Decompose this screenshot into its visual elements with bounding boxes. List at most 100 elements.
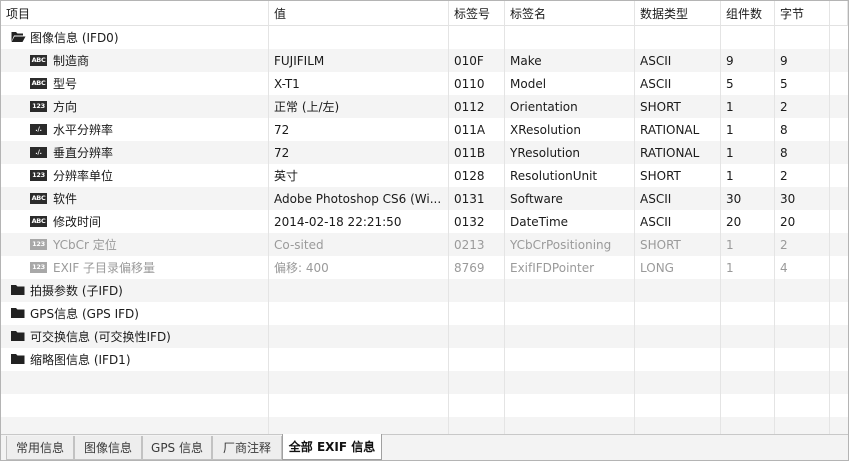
column-header-count[interactable]: 组件数 xyxy=(721,1,775,25)
tag-number-cell: 0112 xyxy=(449,95,505,118)
exif-field-row[interactable]: ABC 软件 Adobe Photoshop CS6 (Wi... 0131 Softw… xyxy=(1,187,848,210)
group-row[interactable]: 可交换信息 (可交换性IFD) xyxy=(1,325,848,348)
exif-table: 项目 值 标签号 标签名 数据类型 组件数 字节 图像信息 (IFD0) ABC 制… xyxy=(1,1,848,434)
tag-number-cell: 0131 xyxy=(449,187,505,210)
byte-count-cell: 30 xyxy=(775,187,830,210)
exif-viewer-window: 项目 值 标签号 标签名 数据类型 组件数 字节 图像信息 (IFD0) ABC 制… xyxy=(0,0,849,461)
group-label-cell: 可交换信息 (可交换性IFD) xyxy=(1,325,269,348)
data-type-cell: ASCII xyxy=(635,210,721,233)
byte-count-cell: 9 xyxy=(775,49,830,72)
exif-field-row[interactable]: ABC 型号 X-T1 0110 Model ASCII 5 5 xyxy=(1,72,848,95)
group-row-image-ifd0[interactable]: 图像信息 (IFD0) xyxy=(1,26,848,49)
exif-field-row[interactable]: ABC 制造商 FUJIFILM 010F Make ASCII 9 9 xyxy=(1,49,848,72)
folder-icon[interactable] xyxy=(10,352,26,368)
group-label: 拍摄参数 (子IFD) xyxy=(30,284,123,298)
field-name-cell: 123 分辨率单位 xyxy=(1,164,269,187)
empty-row xyxy=(1,394,848,417)
column-header-type[interactable]: 数据类型 xyxy=(635,1,721,25)
tag-number-cell: 010F xyxy=(449,49,505,72)
column-header-tag[interactable]: 标签号 xyxy=(449,1,505,25)
column-header-item[interactable]: 项目 xyxy=(1,1,269,25)
empty-cell xyxy=(775,302,830,325)
tag-number-cell: 8769 xyxy=(449,256,505,279)
tag-number-cell: 0110 xyxy=(449,72,505,95)
empty-cell xyxy=(721,348,775,371)
folder-icon[interactable] xyxy=(10,283,26,299)
empty-cell xyxy=(721,371,775,394)
tab-image-info[interactable]: 图像信息 xyxy=(74,436,142,460)
byte-count-cell: 20 xyxy=(775,210,830,233)
tag-name-cell: DateTime xyxy=(505,210,635,233)
empty-cell xyxy=(830,164,848,187)
folder-icon[interactable] xyxy=(10,306,26,322)
data-type-cell: SHORT xyxy=(635,233,721,256)
tag-name-cell: XResolution xyxy=(505,118,635,141)
group-label-cell: 拍摄参数 (子IFD) xyxy=(1,279,269,302)
data-type-cell: RATIONAL xyxy=(635,141,721,164)
group-label-cell: GPS信息 (GPS IFD) xyxy=(1,302,269,325)
data-type-cell: RATIONAL xyxy=(635,118,721,141)
empty-cell xyxy=(269,26,449,49)
tag-name-cell: ExifIFDPointer xyxy=(505,256,635,279)
component-count-cell: 1 xyxy=(721,118,775,141)
exif-field-row[interactable]: 123 YCbCr 定位 Co-sited 0213 YCbCrPositioning S… xyxy=(1,233,848,256)
empty-cell xyxy=(449,417,505,434)
column-header-bytes[interactable]: 字节 xyxy=(775,1,830,25)
byte-count-cell: 8 xyxy=(775,141,830,164)
exif-field-row[interactable]: 123 方向 正常 (上/左) 0112 Orientation SHORT 1 2 xyxy=(1,95,848,118)
tab-maker-notes[interactable]: 厂商注释 xyxy=(212,436,282,460)
column-header-value[interactable]: 值 xyxy=(269,1,449,25)
exif-field-row[interactable]: ./. 水平分辨率 72 011A XResolution RATIONAL 1 8 xyxy=(1,118,848,141)
empty-cell xyxy=(775,26,830,49)
field-name-cell: 123 YCbCr 定位 xyxy=(1,233,269,256)
folder-icon[interactable] xyxy=(10,329,26,345)
empty-cell xyxy=(775,325,830,348)
field-name-cell: ABC 型号 xyxy=(1,72,269,95)
exif-field-row[interactable]: ./. 垂直分辨率 72 011B YResolution RATIONAL 1 8 xyxy=(1,141,848,164)
empty-cell xyxy=(830,233,848,256)
empty-cell xyxy=(721,417,775,434)
group-label-cell: 图像信息 (IFD0) xyxy=(1,26,269,49)
group-row[interactable]: 缩略图信息 (IFD1) xyxy=(1,348,848,371)
empty-cell xyxy=(830,210,848,233)
empty-cell xyxy=(721,394,775,417)
exif-field-row[interactable]: ABC 修改时间 2014-02-18 22:21:50 0132 DateTime AS… xyxy=(1,210,848,233)
tag-number-cell: 0128 xyxy=(449,164,505,187)
tab-gps-info[interactable]: GPS 信息 xyxy=(142,436,212,460)
field-name-cell: ABC 制造商 xyxy=(1,49,269,72)
group-label: 可交换信息 (可交换性IFD) xyxy=(30,330,171,344)
group-label-cell: 缩略图信息 (IFD1) xyxy=(1,348,269,371)
group-row[interactable]: 拍摄参数 (子IFD) xyxy=(1,279,848,302)
empty-cell xyxy=(269,302,449,325)
empty-cell xyxy=(775,279,830,302)
tab-common-info[interactable]: 常用信息 xyxy=(6,436,74,460)
value-cell: Co-sited xyxy=(269,233,449,256)
tab-all-exif-info[interactable]: 全部 EXIF 信息 xyxy=(282,434,382,460)
empty-cell xyxy=(1,371,269,394)
component-count-cell: 30 xyxy=(721,187,775,210)
empty-row xyxy=(1,371,848,394)
column-header-tagname[interactable]: 标签名 xyxy=(505,1,635,25)
empty-cell xyxy=(635,26,721,49)
group-row[interactable]: GPS信息 (GPS IFD) xyxy=(1,302,848,325)
exif-field-row[interactable]: 123 EXIF 子目录偏移量 偏移: 400 8769 ExifIFDPointer L… xyxy=(1,256,848,279)
empty-cell xyxy=(1,394,269,417)
empty-cell xyxy=(830,95,848,118)
folder-open-icon[interactable] xyxy=(10,30,26,46)
empty-cell xyxy=(830,394,848,417)
empty-cell xyxy=(269,348,449,371)
empty-cell xyxy=(505,394,635,417)
exif-field-row[interactable]: 123 分辨率单位 英寸 0128 ResolutionUnit SHORT 1 2 xyxy=(1,164,848,187)
tab-bar: 常用信息 图像信息 GPS 信息 厂商注释 全部 EXIF 信息 xyxy=(1,434,848,460)
byte-count-cell: 4 xyxy=(775,256,830,279)
empty-cell xyxy=(635,348,721,371)
empty-cell xyxy=(830,256,848,279)
data-type-cell: ASCII xyxy=(635,72,721,95)
byte-count-cell: 2 xyxy=(775,164,830,187)
data-type-badge-icon: ./. xyxy=(30,147,47,158)
empty-cell xyxy=(775,417,830,434)
byte-count-cell: 2 xyxy=(775,95,830,118)
value-cell: 英寸 xyxy=(269,164,449,187)
byte-count-cell: 8 xyxy=(775,118,830,141)
data-type-badge-icon: 123 xyxy=(30,170,47,181)
